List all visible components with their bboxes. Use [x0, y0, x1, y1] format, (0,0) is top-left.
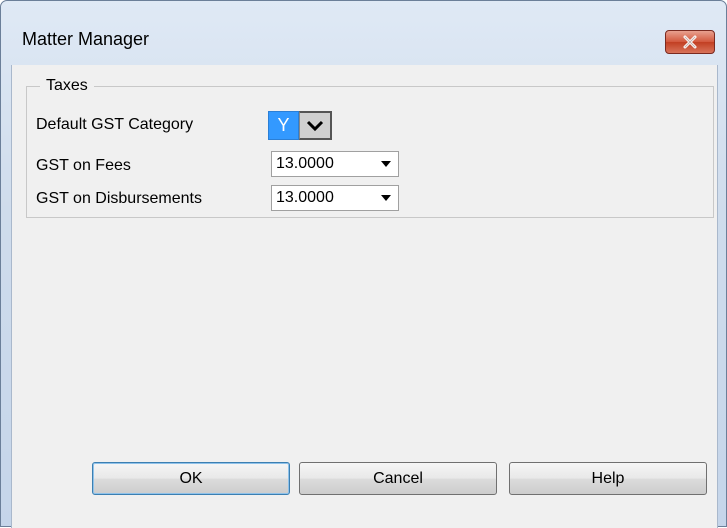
- title-bar[interactable]: Matter Manager: [1, 1, 726, 63]
- taxes-group-label: Taxes: [40, 77, 94, 95]
- triangle-down-icon[interactable]: [378, 186, 394, 210]
- ok-button[interactable]: OK: [92, 462, 290, 495]
- default-gst-category-label: Default GST Category: [36, 116, 194, 133]
- chevron-down-icon: [306, 120, 324, 131]
- gst-on-disbursements-value: 13.0000: [276, 189, 334, 206]
- cancel-button[interactable]: Cancel: [299, 462, 497, 495]
- close-button[interactable]: [665, 30, 715, 54]
- default-gst-category-value[interactable]: Y: [268, 111, 299, 140]
- gst-on-fees-label: GST on Fees: [36, 157, 131, 174]
- gst-on-fees-combo[interactable]: 13.0000: [271, 151, 399, 177]
- close-icon: [683, 35, 697, 49]
- gst-on-disbursements-label: GST on Disbursements: [36, 190, 202, 207]
- dialog-window: Matter Manager Taxes Default GST Categor…: [0, 0, 727, 528]
- default-gst-category-dropdown-button[interactable]: [299, 111, 332, 140]
- gst-on-disbursements-combo[interactable]: 13.0000: [271, 185, 399, 211]
- triangle-down-icon[interactable]: [378, 152, 394, 176]
- window-title: Matter Manager: [22, 29, 150, 49]
- gst-on-fees-value: 13.0000: [276, 155, 334, 172]
- help-button[interactable]: Help: [509, 462, 707, 495]
